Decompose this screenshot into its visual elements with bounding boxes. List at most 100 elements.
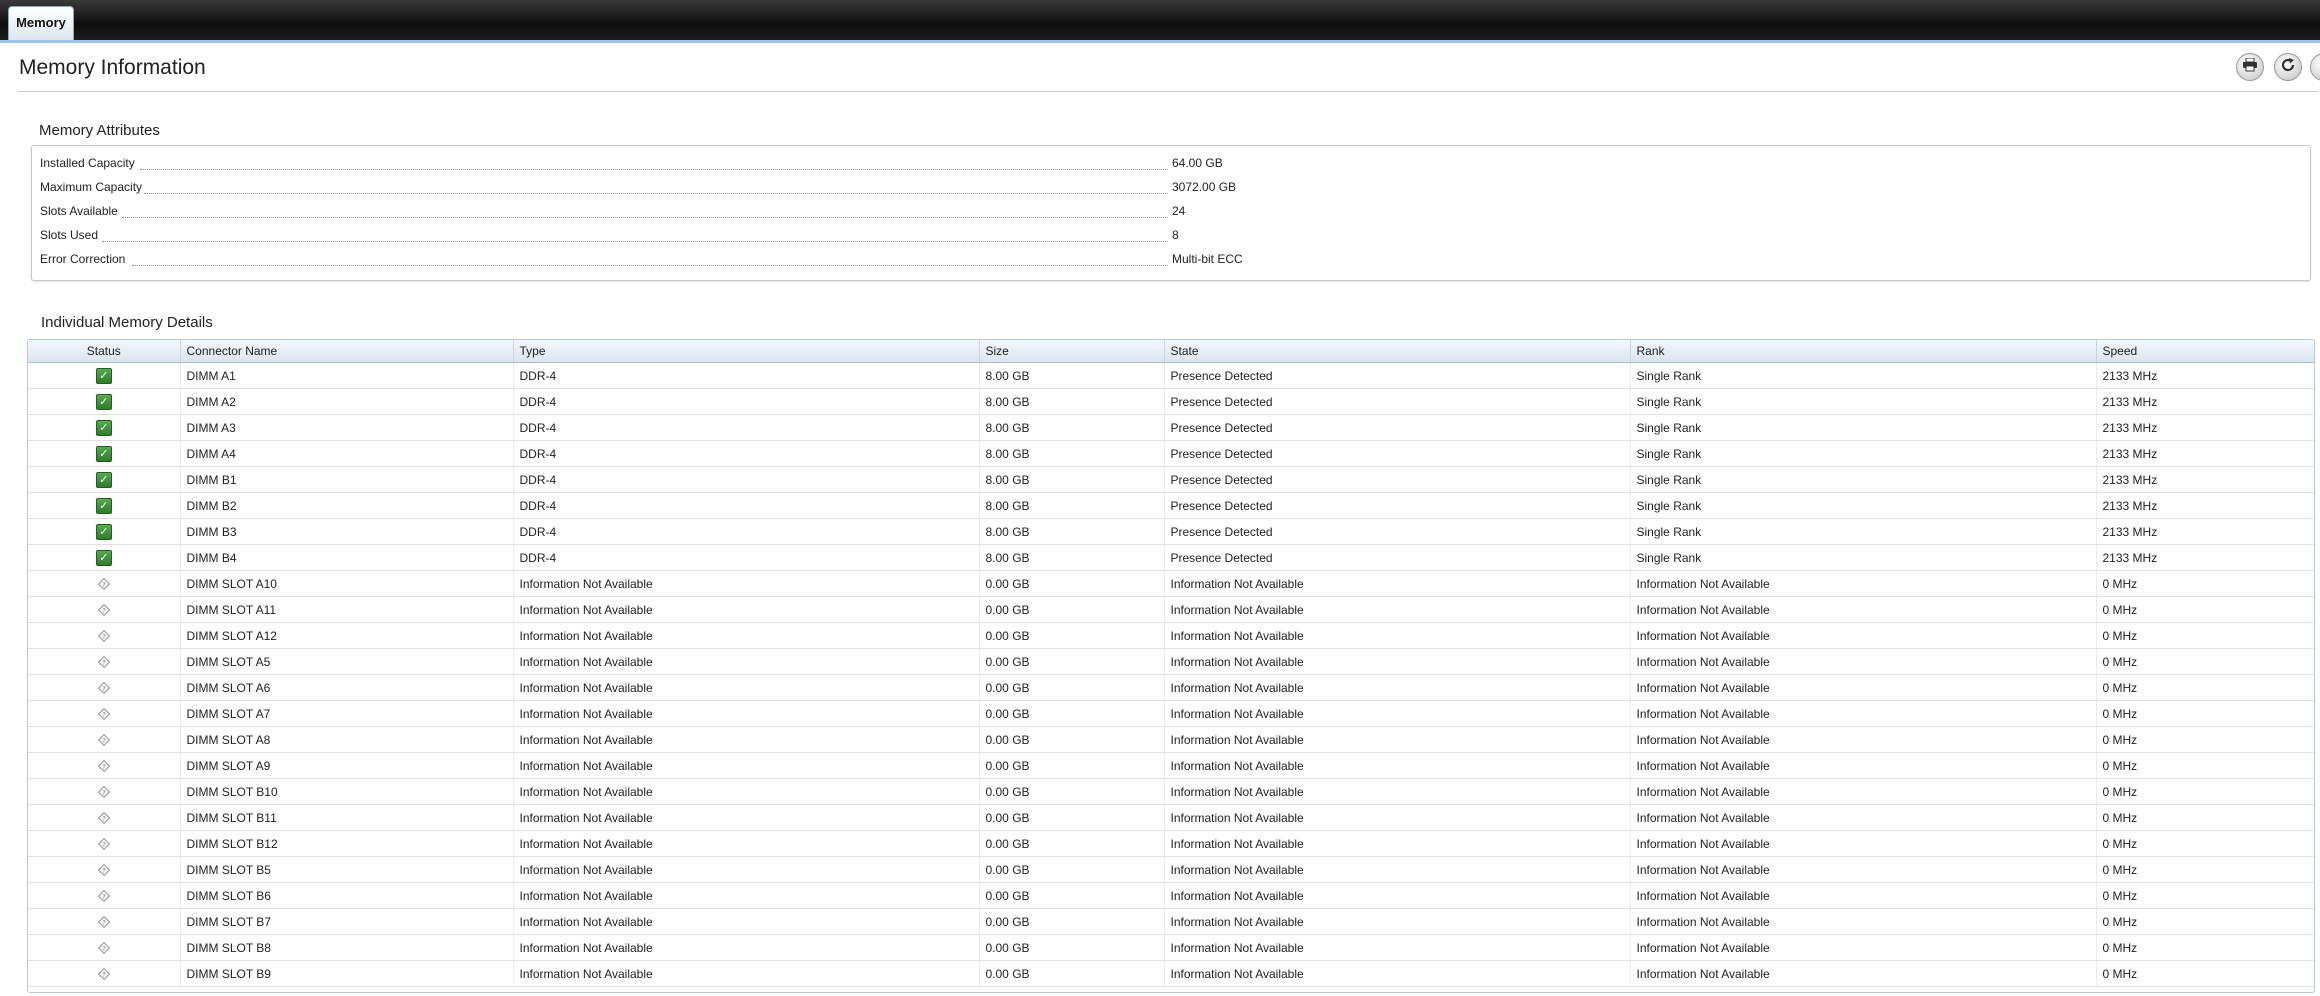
cell-connector: DIMM B3 [180,518,514,545]
table-row[interactable]: ✓ DIMM B3 DDR-4 8.00 GB Presence Detected Sin… [28,518,2314,545]
cell-type: Information Not Available [513,648,980,675]
table-row[interactable]: ✓ DIMM A4 DDR-4 8.00 GB Presence Detected Sin… [28,440,2314,467]
table-row[interactable]: ✓ DIMM A3 DDR-4 8.00 GB Presence Detected Sin… [28,414,2314,441]
status-cell: ? [28,934,181,961]
cell-state: Information Not Available [1164,752,1631,779]
column-header-rank[interactable]: Rank [1630,340,2097,363]
cell-type: Information Not Available [513,700,980,727]
cell-type: DDR-4 [513,414,980,441]
status-unknown-icon: ? [97,682,110,695]
table-row[interactable]: ? DIMM SLOT B11 Information Not Available 0… [28,804,2314,831]
table-row[interactable]: ? DIMM SLOT B5 Information Not Available 0.… [28,856,2314,883]
table-row[interactable]: ? DIMM SLOT B8 Information Not Available 0.… [28,934,2314,961]
status-unknown-icon: ? [97,968,110,981]
cell-state: Presence Detected [1164,466,1631,493]
cell-state: Information Not Available [1164,882,1631,909]
cell-rank: Information Not Available [1630,856,2097,883]
cell-size: 0.00 GB [979,570,1165,597]
cell-type: DDR-4 [513,440,980,467]
refresh-icon [2280,57,2296,78]
cell-speed: 0 MHz [2096,830,2314,857]
status-cell: ? [28,570,181,597]
column-header-type[interactable]: Type [513,340,980,363]
status-cell: ? [28,830,181,857]
cell-type: Information Not Available [513,778,980,805]
cell-connector: DIMM B1 [180,466,514,493]
table-row[interactable]: ✓ DIMM A2 DDR-4 8.00 GB Presence Detected Sin… [28,388,2314,415]
cell-speed: 2133 MHz [2096,492,2314,519]
attribute-value: Multi-bit ECC [1172,252,1243,266]
table-row[interactable]: ? DIMM SLOT A11 Information Not Available 0… [28,596,2314,623]
table-row[interactable]: ✓ DIMM B4 DDR-4 8.00 GB Presence Detected Sin… [28,544,2314,571]
leader-dots [144,193,1168,194]
page-title: Memory Information [19,56,206,79]
cell-type: DDR-4 [513,388,980,415]
cell-connector: DIMM B4 [180,544,514,571]
table-row[interactable]: ? DIMM SLOT A5 Information Not Available 0.… [28,648,2314,675]
status-cell: ✓ [28,492,181,519]
column-header-state[interactable]: State [1164,340,1631,363]
help-button[interactable]: ? [2310,53,2320,81]
title-divider [18,91,2318,92]
cell-speed: 2133 MHz [2096,414,2314,441]
table-row[interactable]: ? DIMM SLOT B12 Information Not Available 0… [28,830,2314,857]
cell-type: Information Not Available [513,804,980,831]
cell-speed: 0 MHz [2096,960,2314,987]
cell-connector: DIMM SLOT B5 [180,856,514,883]
cell-size: 0.00 GB [979,674,1165,701]
cell-speed: 2133 MHz [2096,362,2314,389]
tab-memory[interactable]: Memory [8,6,74,40]
column-header-status[interactable]: Status [28,340,181,363]
status-cell: ? [28,882,181,909]
memory-attributes-title: Memory Attributes [39,122,160,139]
cell-state: Information Not Available [1164,804,1631,831]
cell-connector: DIMM A4 [180,440,514,467]
table-row[interactable]: ? DIMM SLOT A8 Information Not Available 0.… [28,726,2314,753]
table-row[interactable]: ? DIMM SLOT A12 Information Not Available 0… [28,622,2314,649]
cell-size: 8.00 GB [979,414,1165,441]
table-row[interactable]: ? DIMM SLOT A7 Information Not Available 0.… [28,700,2314,727]
cell-rank: Information Not Available [1630,674,2097,701]
table-row[interactable]: ? DIMM SLOT A9 Information Not Available 0.… [28,752,2314,779]
status-ok-icon: ✓ [95,497,112,514]
cell-rank: Single Rank [1630,544,2097,571]
table-row[interactable]: ? DIMM SLOT A10 Information Not Available 0… [28,570,2314,597]
cell-state: Information Not Available [1164,570,1631,597]
column-header-connector-name[interactable]: Connector Name [180,340,514,363]
svg-text:?: ? [102,581,106,589]
print-button[interactable] [2236,53,2264,81]
column-header-speed[interactable]: Speed [2096,340,2314,363]
cell-rank: Single Rank [1630,518,2097,545]
cell-size: 0.00 GB [979,830,1165,857]
table-row[interactable]: ✓ DIMM B1 DDR-4 8.00 GB Presence Detected Sin… [28,466,2314,493]
svg-text:?: ? [102,945,106,953]
cell-size: 0.00 GB [979,648,1165,675]
cell-type: Information Not Available [513,752,980,779]
cell-state: Information Not Available [1164,856,1631,883]
table-row[interactable]: ✓ DIMM A1 DDR-4 8.00 GB Presence Detected Sin… [28,362,2314,389]
cell-connector: DIMM SLOT A10 [180,570,514,597]
cell-type: Information Not Available [513,882,980,909]
cell-state: Information Not Available [1164,778,1631,805]
cell-size: 0.00 GB [979,908,1165,935]
cell-type: Information Not Available [513,908,980,935]
table-row[interactable]: ? DIMM SLOT B7 Information Not Available 0.… [28,908,2314,935]
column-header-size[interactable]: Size [979,340,1165,363]
table-row[interactable]: ? DIMM SLOT B9 Information Not Available 0.… [28,960,2314,987]
table-row[interactable]: ? DIMM SLOT B10 Information Not Available 0… [28,778,2314,805]
refresh-button[interactable] [2274,53,2302,81]
cell-rank: Information Not Available [1630,570,2097,597]
cell-type: Information Not Available [513,596,980,623]
cell-speed: 2133 MHz [2096,466,2314,493]
cell-rank: Information Not Available [1630,882,2097,909]
cell-size: 0.00 GB [979,856,1165,883]
status-cell: ? [28,908,181,935]
status-cell: ? [28,960,181,987]
status-cell: ✓ [28,388,181,415]
table-row[interactable]: ? DIMM SLOT B6 Information Not Available 0.… [28,882,2314,909]
table-row[interactable]: ✓ DIMM B2 DDR-4 8.00 GB Presence Detected Sin… [28,492,2314,519]
memory-attributes-panel: Installed Capacity 64.00 GB Maximum Capa… [31,145,2311,281]
cell-connector: DIMM SLOT B9 [180,960,514,987]
table-row[interactable]: ? DIMM SLOT A6 Information Not Available 0.… [28,674,2314,701]
leader-dots [140,169,1168,170]
